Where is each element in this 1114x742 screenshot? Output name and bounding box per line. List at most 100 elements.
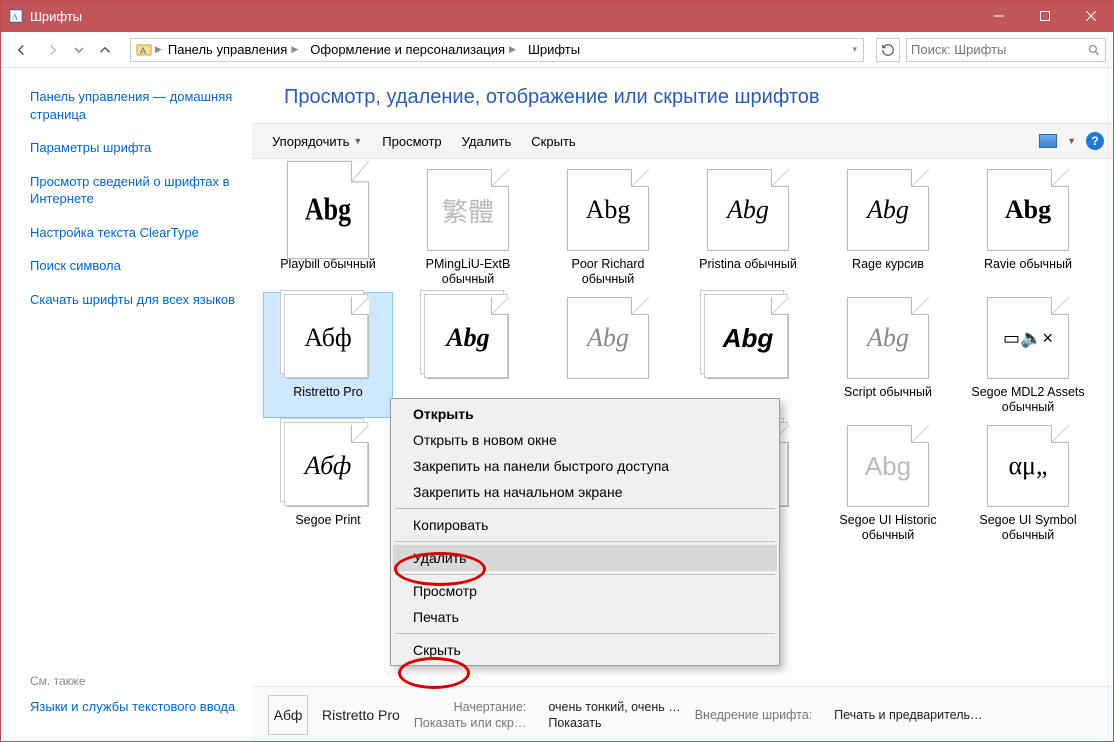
menu-separator <box>395 508 775 509</box>
font-thumb: 繁體 <box>427 169 509 251</box>
font-thumb: Abg <box>847 169 929 251</box>
forward-button[interactable] <box>40 37 66 63</box>
detail-face-value: очень тонкий, очень … <box>548 700 680 714</box>
maximize-button[interactable] <box>1022 0 1068 32</box>
toolbar-organize[interactable]: Упорядочить ▼ <box>262 124 372 158</box>
font-label: Ristretto Pro <box>291 385 364 417</box>
breadcrumb-seg-0[interactable]: Панель управления▶ <box>162 39 304 61</box>
svg-text:A: A <box>12 12 19 22</box>
menu-pin-quick-access[interactable]: Закрепить на панели быстрого доступа <box>393 453 777 479</box>
menu-view[interactable]: Просмотр <box>393 578 777 604</box>
font-thumb: Abg <box>847 425 929 507</box>
menu-separator <box>395 574 775 575</box>
menu-open[interactable]: Открыть <box>393 401 777 427</box>
detail-thumb: Абф <box>268 695 308 735</box>
font-thumb: Abg <box>287 161 369 259</box>
menu-open-new-window[interactable]: Открыть в новом окне <box>393 427 777 453</box>
font-thumb: Abg <box>567 297 649 379</box>
refresh-button[interactable] <box>876 38 900 62</box>
font-item[interactable]: 繁體 PMingLiU-ExtB обычный <box>404 165 532 289</box>
font-thumb: αμ„ <box>987 425 1069 507</box>
font-label: Segoe UI Symbol обычный <box>964 513 1092 545</box>
chevron-down-icon[interactable]: ▾ <box>852 44 857 55</box>
font-label: PMingLiU-ExtB обычный <box>404 257 532 289</box>
page-title: Просмотр, удаление, отображение или скры… <box>284 86 1090 109</box>
folder-icon: A <box>135 41 153 59</box>
view-mode-icon[interactable] <box>1039 134 1057 148</box>
font-item[interactable]: Abg Script обычный <box>824 293 952 417</box>
menu-print[interactable]: Печать <box>393 604 777 630</box>
font-thumb: Abg <box>847 297 929 379</box>
sidebar-link-params[interactable]: Параметры шрифта <box>30 139 252 157</box>
svg-text:A: A <box>140 46 146 56</box>
font-thumb: Abg <box>707 169 789 251</box>
font-thumb: ▭🔈× <box>987 297 1069 379</box>
menu-copy[interactable]: Копировать <box>393 512 777 538</box>
page-header: Просмотр, удаление, отображение или скры… <box>252 68 1114 123</box>
detail-embed-label: Внедрение шрифта: <box>695 708 812 722</box>
font-item[interactable]: АбфSegoe Print <box>264 421 392 545</box>
font-label: Ravie обычный <box>982 257 1074 289</box>
font-item[interactable]: ▭🔈× Segoe MDL2 Assets обычный <box>964 293 1092 417</box>
window-titlebar: A Шрифты <box>0 0 1114 32</box>
sidebar-link-cleartype[interactable]: Настройка текста ClearType <box>30 224 252 242</box>
breadcrumb-seg-1[interactable]: Оформление и персонализация▶ <box>304 39 522 61</box>
navigation-bar: A ▶ Панель управления▶ Оформление и перс… <box>0 32 1114 68</box>
font-thumb: Abg <box>987 169 1069 251</box>
font-label: Segoe UI Historic обычный <box>824 513 952 545</box>
close-button[interactable] <box>1068 0 1114 32</box>
font-thumb: Abg <box>707 297 789 379</box>
breadcrumb[interactable]: A ▶ Панель управления▶ Оформление и перс… <box>130 38 864 62</box>
font-label: Poor Richard обычный <box>544 257 672 289</box>
font-item[interactable]: Abg Pristina обычный <box>684 165 812 289</box>
detail-face-label: Начертание: <box>414 700 527 714</box>
sidebar: Панель управления — домашняя страница Па… <box>0 68 252 742</box>
minimize-button[interactable] <box>976 0 1022 32</box>
help-button[interactable]: ? <box>1086 132 1104 150</box>
font-label: Segoe Print <box>293 513 362 545</box>
recent-dropdown[interactable] <box>72 37 86 63</box>
detail-show-value: Показать <box>548 716 680 730</box>
sidebar-link-charmap[interactable]: Поиск символа <box>30 257 252 275</box>
font-thumb: Abg <box>427 297 509 379</box>
detail-embed-value: Печать и предваритель… <box>834 708 982 722</box>
font-label: Playbill обычный <box>278 257 378 289</box>
menu-separator <box>395 541 775 542</box>
font-label: Pristina обычный <box>697 257 799 289</box>
sidebar-link-langservices[interactable]: Языки и службы текстового ввода <box>30 698 252 716</box>
font-label: Script обычный <box>842 385 934 417</box>
menu-hide[interactable]: Скрыть <box>393 637 777 663</box>
font-label: Rage курсив <box>850 257 926 289</box>
toolbar-view[interactable]: Просмотр <box>372 124 451 158</box>
toolbar: Упорядочить ▼ Просмотр Удалить Скрыть ▼ … <box>252 123 1114 159</box>
font-item[interactable]: Abg Poor Richard обычный <box>544 165 672 289</box>
font-label: Segoe MDL2 Assets обычный <box>964 385 1092 417</box>
menu-pin-start[interactable]: Закрепить на начальном экране <box>393 479 777 505</box>
app-icon: A <box>8 8 24 24</box>
chevron-right-icon: ▶ <box>155 44 162 55</box>
font-item[interactable]: Abg Rage курсив <box>824 165 952 289</box>
font-item[interactable]: Abg Segoe UI Historic обычный <box>824 421 952 545</box>
menu-delete[interactable]: Удалить <box>393 545 777 571</box>
context-menu: Открыть Открыть в новом окне Закрепить н… <box>390 398 780 666</box>
font-item[interactable]: AbgPlaybill обычный <box>264 165 392 289</box>
search-box[interactable] <box>906 38 1106 62</box>
font-thumb: Abg <box>567 169 649 251</box>
sidebar-link-online[interactable]: Просмотр сведений о шрифтах в Интернете <box>30 173 252 208</box>
sidebar-link-download[interactable]: Скачать шрифты для всех языков <box>30 291 252 309</box>
font-item[interactable]: αμ„ Segoe UI Symbol обычный <box>964 421 1092 545</box>
detail-show-label: Показать или скр… <box>414 716 527 730</box>
toolbar-delete[interactable]: Удалить <box>452 124 522 158</box>
detail-font-name: Ristretto Pro <box>322 707 400 723</box>
font-thumb: Абф <box>287 297 369 379</box>
sidebar-link-home[interactable]: Панель управления — домашняя страница <box>30 88 252 123</box>
view-mode-dropdown[interactable]: ▼ <box>1067 136 1076 146</box>
details-pane: Абф Ristretto Pro Начертание: очень тонк… <box>252 686 1114 742</box>
font-item[interactable]: Abg Ravie обычный <box>964 165 1092 289</box>
back-button[interactable] <box>8 37 34 63</box>
toolbar-hide[interactable]: Скрыть <box>521 124 585 158</box>
search-input[interactable] <box>911 42 1087 57</box>
up-button[interactable] <box>92 37 118 63</box>
font-item[interactable]: Абф Ristretto Pro <box>264 293 392 417</box>
breadcrumb-seg-2[interactable]: Шрифты <box>522 39 586 61</box>
